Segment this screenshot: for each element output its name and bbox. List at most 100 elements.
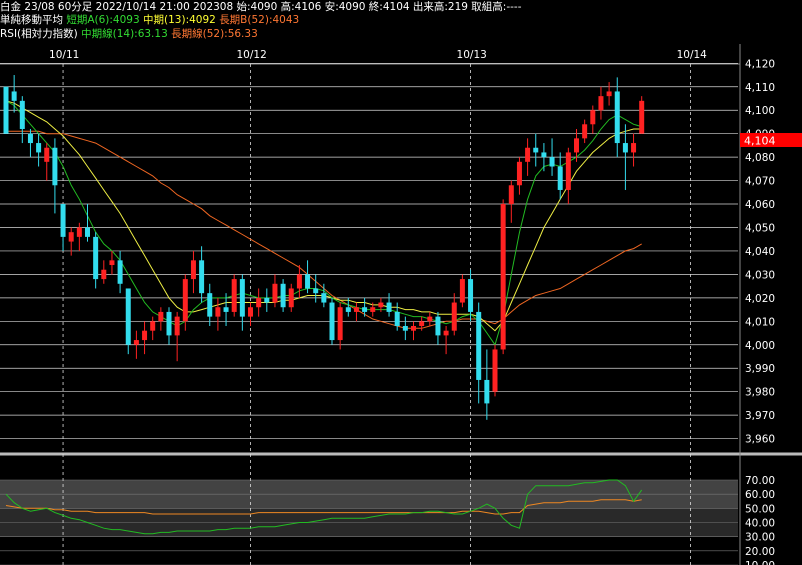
candle-body bbox=[378, 302, 384, 308]
price-tick-label: 4,000 bbox=[745, 340, 775, 352]
candle-body bbox=[516, 161, 522, 186]
candle-body bbox=[345, 307, 351, 312]
candle-body bbox=[574, 138, 579, 153]
candle-body bbox=[394, 311, 400, 326]
candle-body bbox=[329, 302, 335, 341]
candle-body bbox=[11, 91, 17, 101]
candle-body bbox=[459, 279, 465, 303]
candle-body bbox=[370, 307, 376, 312]
candle-body bbox=[109, 260, 115, 266]
candle-body bbox=[565, 152, 571, 190]
candle-body bbox=[541, 152, 547, 158]
candle-body bbox=[508, 185, 514, 205]
candle-body bbox=[639, 100, 645, 134]
ma-short-value: 短期A(6):4093 bbox=[66, 14, 140, 26]
rsi-label: RSI(相対力指数) bbox=[0, 28, 78, 40]
candle-body bbox=[590, 110, 596, 125]
candle-body bbox=[362, 307, 368, 312]
candle-body bbox=[411, 326, 416, 331]
candle-body bbox=[36, 143, 42, 153]
candle-body bbox=[476, 311, 482, 380]
candle-body bbox=[321, 293, 327, 303]
candle-body bbox=[313, 288, 319, 294]
candle-body bbox=[272, 283, 278, 303]
candle-body bbox=[557, 166, 563, 190]
candle-body bbox=[125, 288, 131, 345]
candle-body bbox=[44, 147, 50, 162]
candle-body bbox=[337, 307, 343, 341]
candle-body bbox=[280, 283, 286, 308]
price-tick-label: 3,980 bbox=[745, 387, 775, 399]
header-rsi-line: RSI(相対力指数) 中期線(14):63.13 長期線(52):56.33 bbox=[0, 27, 802, 41]
candle-body bbox=[468, 279, 474, 312]
ma-mid-value: 中期(13):4092 bbox=[143, 14, 216, 26]
candle-body bbox=[215, 307, 221, 317]
candle-body bbox=[622, 143, 628, 153]
candle-body bbox=[484, 379, 490, 404]
rsi-tick-label: 60.00 bbox=[745, 489, 775, 501]
rsi-tick-label: 20.00 bbox=[745, 546, 775, 558]
candle-body bbox=[631, 143, 637, 153]
candle-body bbox=[150, 321, 156, 331]
candle-body bbox=[525, 147, 531, 162]
price-tick-label: 4,100 bbox=[745, 105, 775, 117]
candle-body bbox=[223, 307, 229, 312]
candle-body bbox=[93, 236, 99, 280]
candle-body bbox=[60, 204, 66, 237]
ohlc-summary: 白金 23/08 60分足 2022/10/14 21:00 202308 始:… bbox=[0, 1, 522, 13]
candle-body bbox=[614, 91, 620, 144]
price-tick-label: 4,010 bbox=[745, 316, 775, 328]
price-tick-label: 3,960 bbox=[745, 434, 775, 446]
candle-body bbox=[305, 274, 311, 289]
price-tick-label: 4,030 bbox=[745, 269, 775, 281]
candle-body bbox=[199, 260, 205, 294]
candle-body bbox=[76, 227, 82, 237]
candle-body bbox=[402, 326, 408, 331]
candle-body bbox=[207, 293, 213, 317]
candle-body bbox=[492, 349, 498, 392]
rsi-bands bbox=[0, 479, 738, 565]
candle-body bbox=[500, 204, 506, 350]
date-label: 10/13 bbox=[457, 49, 487, 61]
candle-body bbox=[166, 311, 172, 336]
ma-label: 単純移動平均 bbox=[0, 14, 63, 26]
date-labels: 10/11 10/12 10/13 10/14 bbox=[49, 49, 707, 61]
candle-body bbox=[264, 297, 270, 303]
candle-body bbox=[3, 86, 9, 134]
candle-body bbox=[19, 100, 25, 129]
candle-body bbox=[85, 227, 90, 237]
candle-body bbox=[231, 279, 237, 312]
rsi-mid-value: 中期線(14):63.13 bbox=[81, 28, 168, 40]
price-tick-label: 3,970 bbox=[745, 410, 775, 422]
rsi-tick-label: 10.00 bbox=[745, 560, 775, 565]
candle-body bbox=[435, 316, 441, 336]
candle-body bbox=[288, 288, 294, 308]
rsi-tick-label: 40.00 bbox=[745, 518, 775, 530]
price-tick-label: 4,080 bbox=[745, 152, 775, 164]
candle-body bbox=[190, 260, 196, 280]
current-price-value: 4,104 bbox=[744, 135, 776, 148]
candle-body bbox=[296, 274, 302, 289]
date-label: 10/11 bbox=[49, 49, 79, 61]
candle-body bbox=[248, 307, 253, 317]
ma-long-value: 長期B(52):4043 bbox=[219, 14, 300, 26]
rsi-long-value: 長期線(52):56.33 bbox=[171, 28, 258, 40]
header-ma-line: 単純移動平均 短期A(6):4093 中期(13):4092 長期B(52):4… bbox=[0, 13, 802, 27]
candle-body bbox=[174, 316, 180, 336]
price-tick-label: 4,040 bbox=[745, 246, 775, 258]
rsi-tick-label: 50.00 bbox=[745, 503, 775, 515]
price-tick-label: 4,110 bbox=[745, 82, 775, 94]
candle-body bbox=[182, 279, 188, 322]
candle-body bbox=[549, 157, 555, 167]
candle-body bbox=[101, 269, 107, 280]
candle-body bbox=[52, 147, 58, 186]
candle-body bbox=[419, 321, 425, 326]
price-tick-label: 3,990 bbox=[745, 363, 775, 375]
candle-body bbox=[27, 133, 33, 144]
candle-body bbox=[256, 297, 262, 308]
candle-body bbox=[117, 260, 123, 284]
candle-body bbox=[606, 91, 612, 97]
candle-body bbox=[533, 147, 539, 153]
candle-body bbox=[598, 96, 604, 111]
candle-body bbox=[133, 340, 139, 345]
